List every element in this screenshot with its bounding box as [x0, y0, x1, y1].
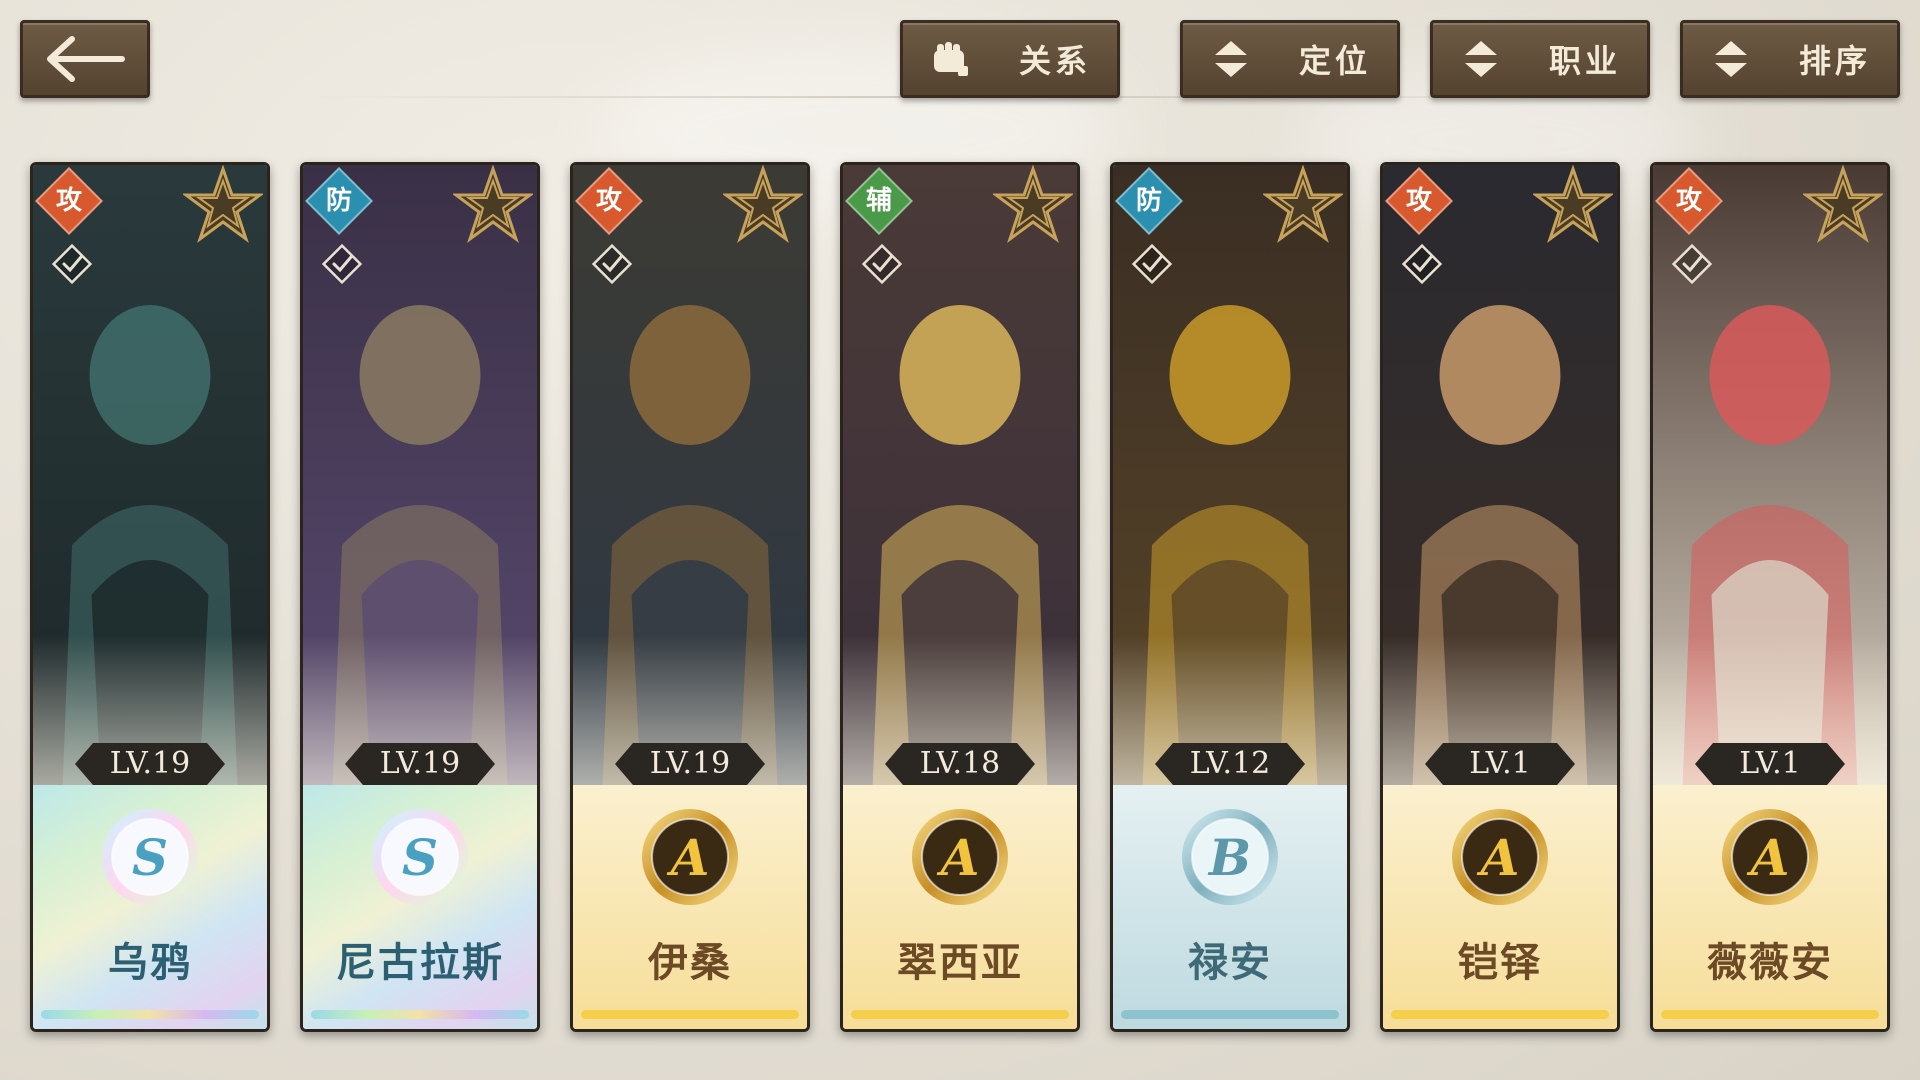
role-label: 防 — [1135, 186, 1162, 216]
hero-name: 铠铎 — [1458, 939, 1542, 986]
level-badge: LV.19 — [345, 743, 495, 785]
class-label: 职业 — [1548, 42, 1621, 80]
rarity-bar — [1121, 1010, 1339, 1019]
role-label: 防 — [325, 186, 352, 216]
grade-medal-icon: A — [1452, 809, 1548, 905]
select-check-icon[interactable] — [1671, 243, 1713, 285]
relation-button[interactable]: 关系 — [900, 20, 1120, 98]
grade-letter: S — [132, 828, 168, 887]
hero-name: 薇薇安 — [1707, 939, 1833, 986]
rarity-bar — [851, 1010, 1069, 1019]
hero-card[interactable]: 攻 LV.1 A 铠铎 — [1380, 162, 1620, 1032]
grade-medal-icon: B — [1182, 809, 1278, 905]
select-check-icon[interactable] — [51, 243, 93, 285]
sort-button[interactable]: 排序 — [1680, 20, 1900, 98]
grade-letter: A — [667, 828, 710, 887]
select-check-icon[interactable] — [1131, 243, 1173, 285]
hero-card[interactable]: 防 LV.12 B 禄安 — [1110, 162, 1350, 1032]
sort-arrows-icon — [1705, 33, 1757, 85]
level-badge: LV.1 — [1425, 743, 1575, 785]
fist-icon — [925, 33, 977, 85]
role-label: 辅 — [865, 186, 892, 216]
level-badge: LV.1 — [1695, 743, 1845, 785]
role-label: 攻 — [595, 186, 622, 216]
role-label: 攻 — [1675, 186, 1702, 216]
grade-letter: A — [1747, 828, 1790, 887]
select-check-icon[interactable] — [591, 243, 633, 285]
hero-name: 禄安 — [1188, 939, 1272, 986]
level-badge: LV.12 — [1155, 743, 1305, 785]
grade-letter: A — [1477, 828, 1520, 887]
star-icon — [1533, 165, 1613, 244]
star-icon — [183, 165, 263, 244]
arrow-left-icon — [47, 36, 125, 82]
hero-name: 翠西亚 — [897, 939, 1023, 986]
select-check-icon[interactable] — [321, 243, 363, 285]
level-badge: LV.19 — [75, 743, 225, 785]
hero-card[interactable]: 攻 LV.19 S 乌鸦 — [30, 162, 270, 1032]
rarity-bar — [1391, 1010, 1609, 1019]
grade-letter: S — [402, 828, 438, 887]
hero-card[interactable]: 攻 LV.19 A 伊桑 — [570, 162, 810, 1032]
rarity-bar — [311, 1010, 529, 1019]
star-icon — [1803, 165, 1883, 244]
grade-letter: B — [1207, 828, 1251, 887]
relation-label: 关系 — [1018, 42, 1091, 80]
level-badge: LV.18 — [885, 743, 1035, 785]
star-icon — [723, 165, 803, 244]
hero-name: 尼古拉斯 — [336, 939, 504, 986]
hero-card[interactable]: 辅 LV.18 A 翠西亚 — [840, 162, 1080, 1032]
rarity-bar — [1661, 1010, 1879, 1019]
role-label: 攻 — [55, 186, 82, 216]
select-check-icon[interactable] — [861, 243, 903, 285]
class-filter-button[interactable]: 职业 — [1430, 20, 1650, 98]
grade-medal-icon: S — [102, 809, 198, 905]
back-button[interactable] — [20, 20, 150, 98]
sort-arrows-icon — [1205, 33, 1257, 85]
sort-label: 排序 — [1798, 42, 1871, 80]
sort-arrows-icon — [1455, 33, 1507, 85]
select-check-icon[interactable] — [1401, 243, 1443, 285]
hero-card[interactable]: 攻 LV.1 A 薇薇安 — [1650, 162, 1890, 1032]
level-badge: LV.19 — [615, 743, 765, 785]
role-label: 攻 — [1405, 186, 1432, 216]
hero-name: 伊桑 — [648, 939, 732, 986]
position-filter-button[interactable]: 定位 — [1180, 20, 1400, 98]
hero-name: 乌鸦 — [108, 939, 192, 986]
position-label: 定位 — [1298, 42, 1371, 80]
rarity-bar — [581, 1010, 799, 1019]
grade-medal-icon: A — [642, 809, 738, 905]
grade-medal-icon: A — [1722, 809, 1818, 905]
rarity-bar — [41, 1010, 259, 1019]
star-icon — [453, 165, 533, 244]
star-icon — [993, 165, 1073, 244]
grade-letter: A — [937, 828, 980, 887]
grade-medal-icon: A — [912, 809, 1008, 905]
hero-card[interactable]: 防 LV.19 S 尼古拉斯 — [300, 162, 540, 1032]
grade-medal-icon: S — [372, 809, 468, 905]
star-icon — [1263, 165, 1343, 244]
